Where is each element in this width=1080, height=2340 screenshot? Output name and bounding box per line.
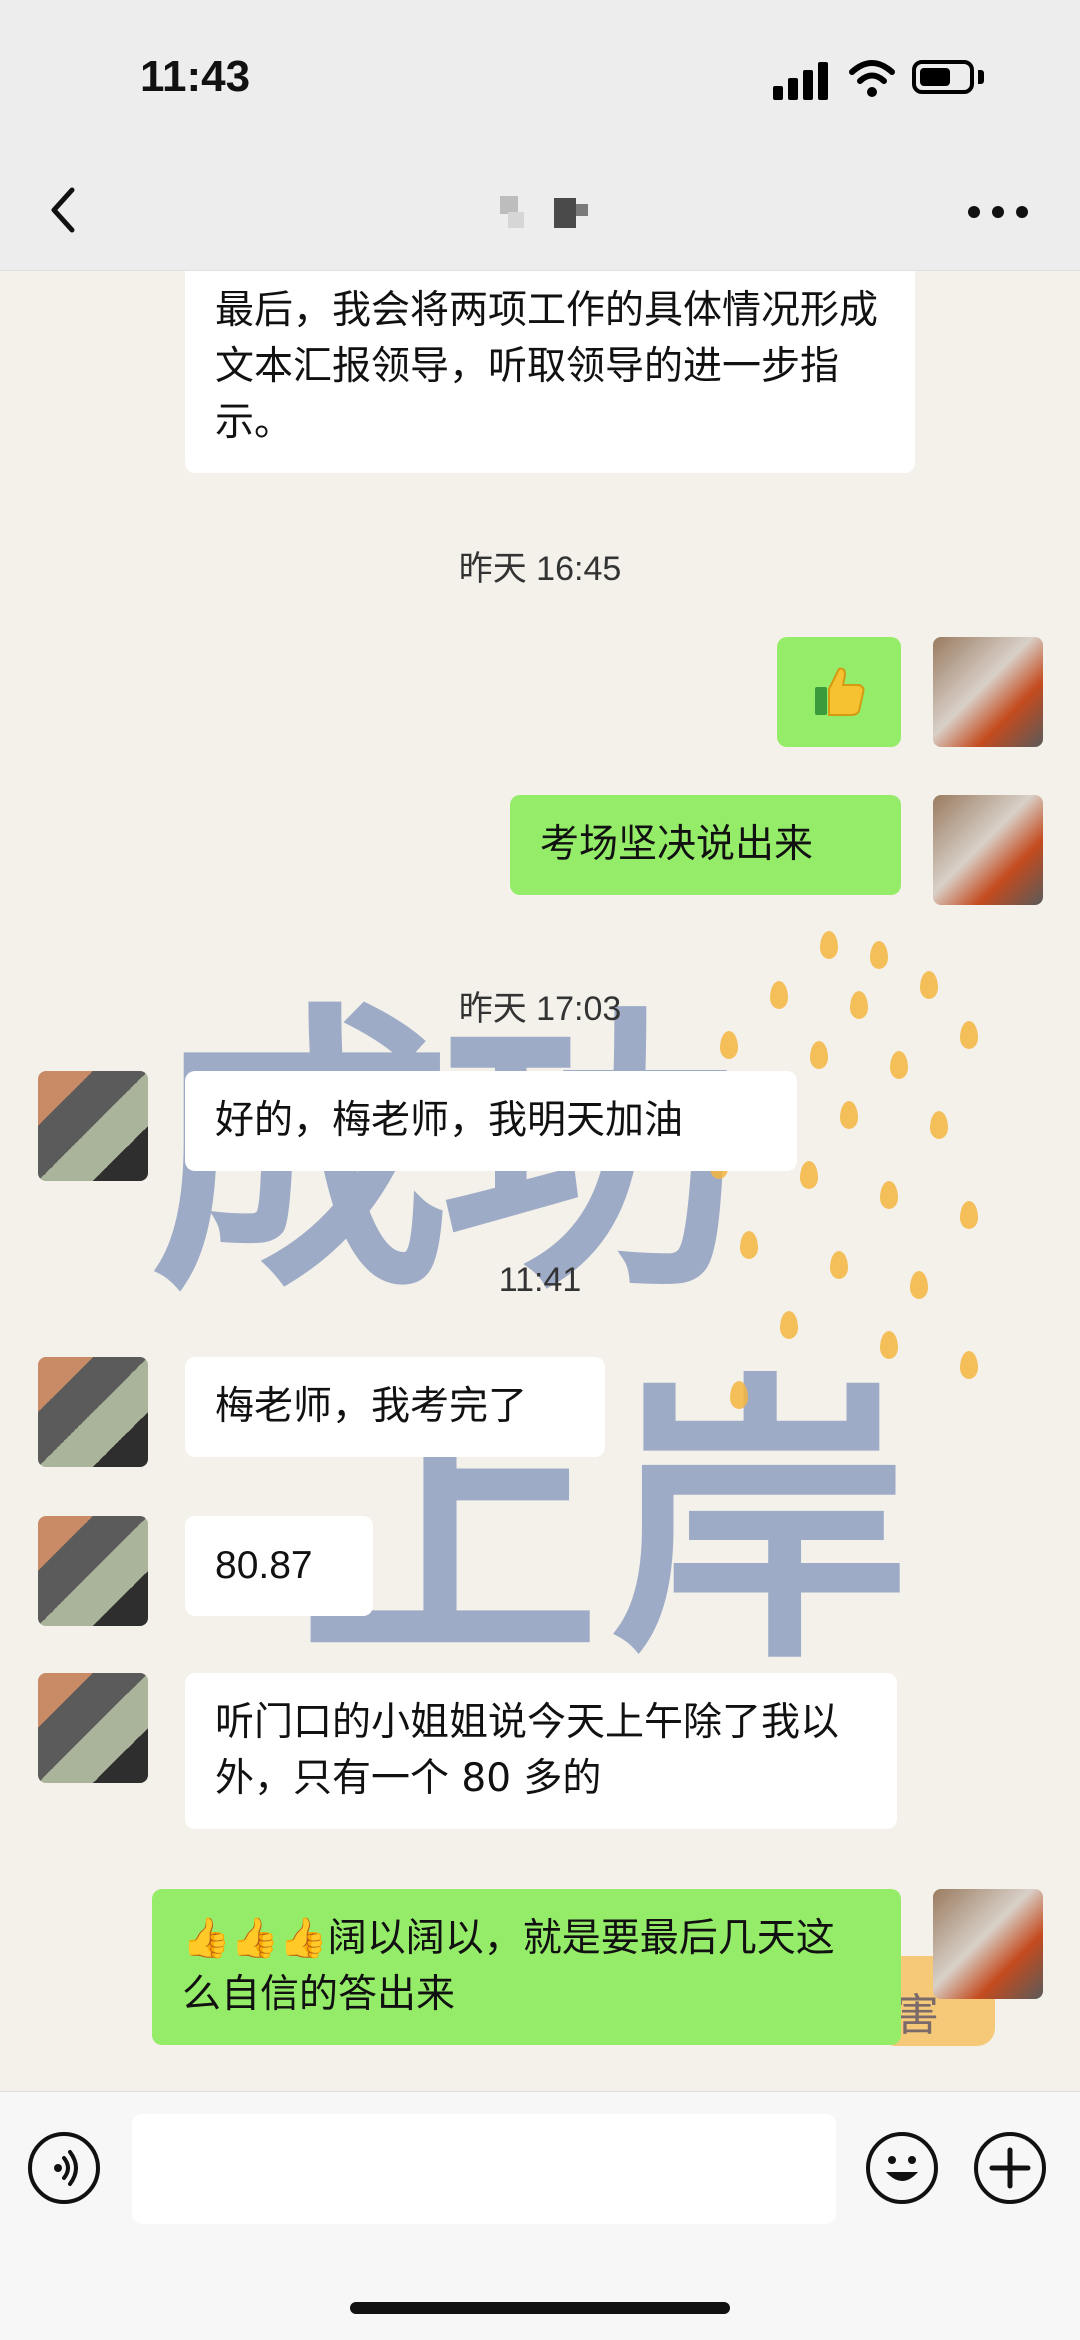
watermark-text: 上 [300,1350,600,1699]
self-avatar[interactable] [933,795,1043,905]
contact-avatar-pixelated[interactable] [38,1673,148,1783]
incoming-message[interactable]: 最后，我会将两项工作的具体情况形成文本汇报领导，听取领导的进一步指示。 [185,271,915,473]
input-bar [0,2091,1080,2340]
battery-icon [912,60,974,94]
self-avatar[interactable] [933,1889,1043,1999]
more-actions-button[interactable] [974,2132,1046,2204]
contact-avatar-pixelated[interactable] [38,1071,148,1181]
timestamp: 昨天 16:45 [458,550,622,588]
emoji-button[interactable] [866,2132,938,2204]
chat-header [0,150,1080,271]
contact-avatar-pixelated[interactable] [38,1357,148,1467]
voice-icon [54,2150,78,2186]
back-arrow-icon[interactable] [36,180,96,240]
battery-tip [978,70,984,84]
contact-avatar-pixelated[interactable] [38,1516,148,1626]
thumbs-up-icon: 👍👍👍 [182,1916,328,1961]
smiley-icon [886,2156,918,2181]
incoming-message[interactable]: 听门口的小姐姐说今天上午除了我以外，只有一个 80 多的 [185,1673,897,1829]
thumbs-up-icon [815,667,865,716]
timestamp: 昨天 17:03 [458,990,622,1028]
home-indicator [350,2302,730,2314]
contact-name-pixelated [496,190,596,236]
incoming-message[interactable]: 梅老师，我考完了 [185,1357,605,1457]
cellular-signal-icon [773,60,833,100]
incoming-message[interactable]: 80.87 [185,1516,373,1616]
timestamp: 11:41 [498,1261,582,1299]
outgoing-message[interactable] [777,637,901,747]
chat-area: 成 功 上 岸 害 最后，我会将两项工作的具体情况形成文本汇报领导，听取领导的进… [0,271,1080,2091]
self-avatar[interactable] [933,637,1043,747]
status-time: 11:43 [140,52,251,101]
voice-input-button[interactable] [28,2132,100,2204]
incoming-message[interactable]: 好的，梅老师，我明天加油 [185,1071,797,1171]
message-input[interactable] [132,2114,836,2224]
outgoing-message[interactable]: 考场坚决说出来 [510,795,901,895]
more-options-icon[interactable] [968,206,1030,222]
wifi-icon [849,60,895,97]
outgoing-message[interactable]: 👍👍👍阔以阔以，就是要最后几天这么自信的答出来 [152,1889,901,2045]
plus-icon [989,2147,1031,2189]
status-bar: 11:43 [0,0,1080,150]
